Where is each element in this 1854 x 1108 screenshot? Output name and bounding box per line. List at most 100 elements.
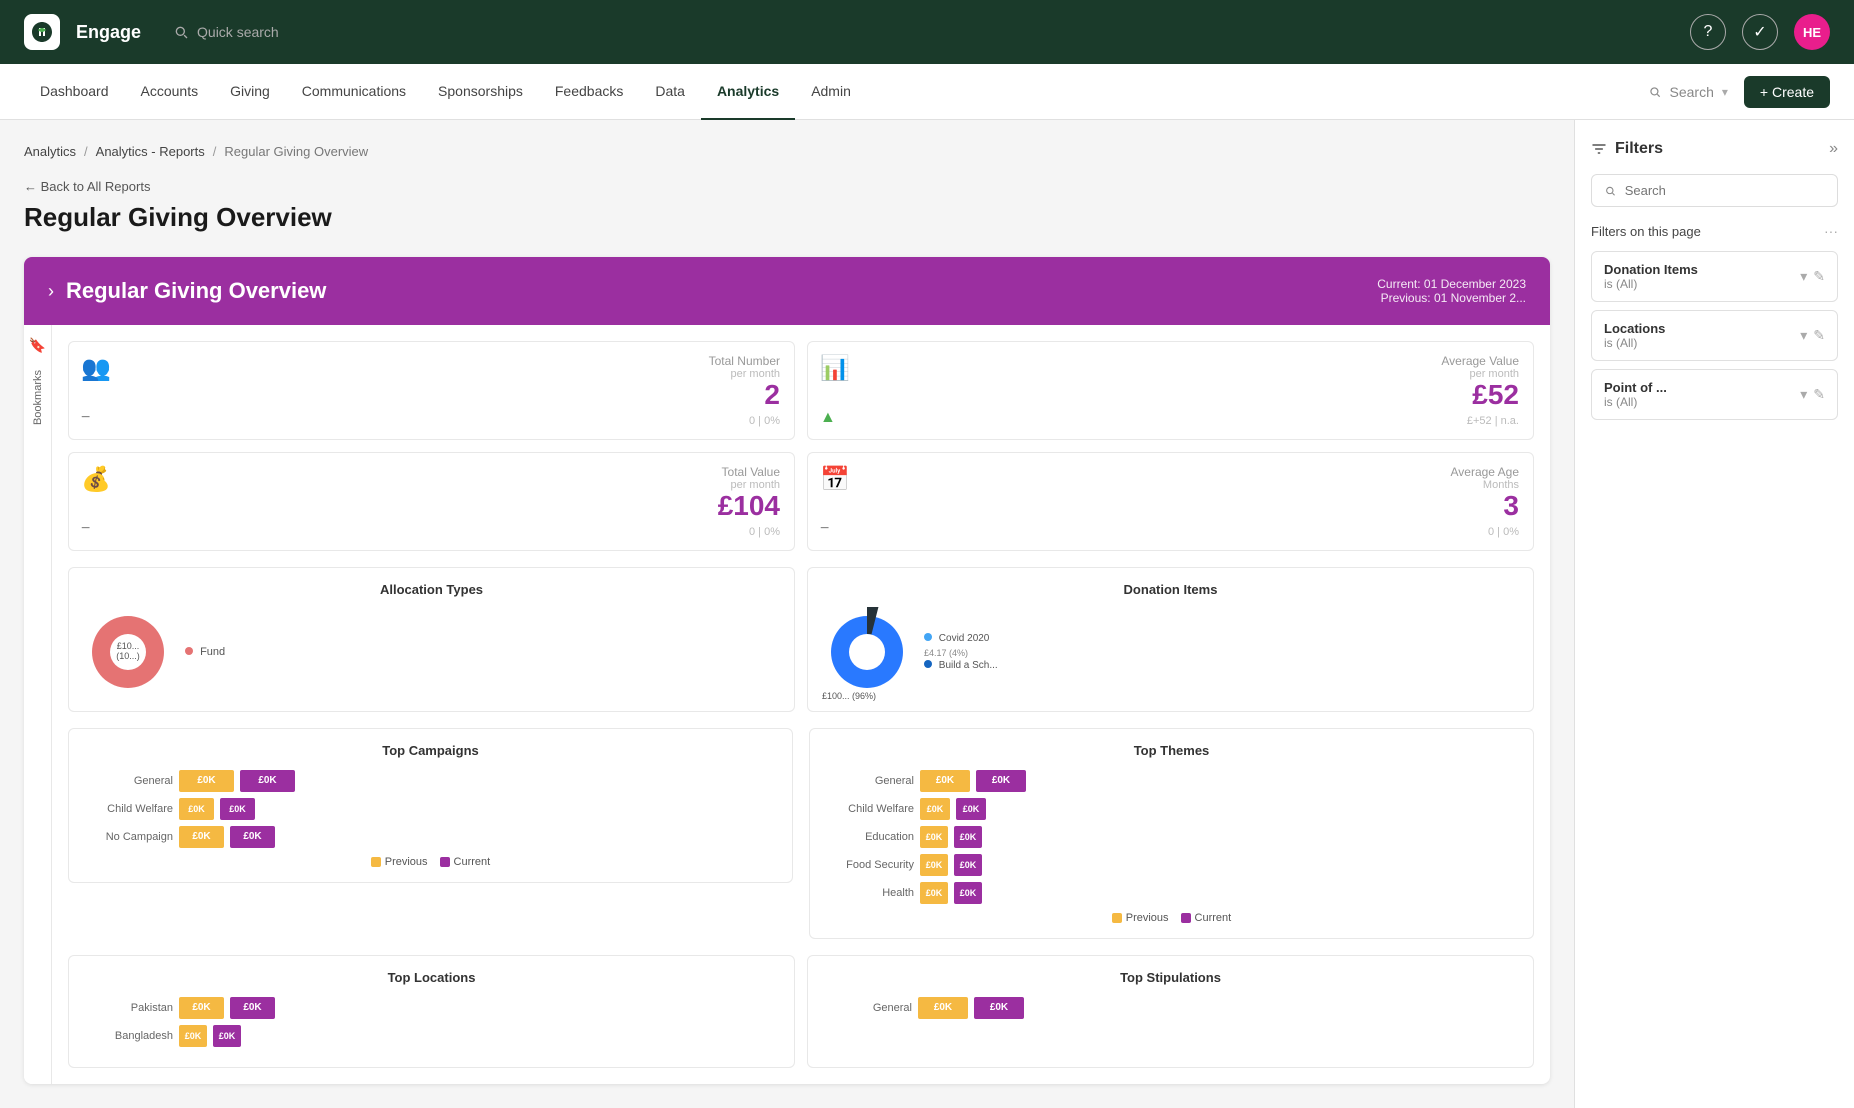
filters-title-text: Filters bbox=[1615, 140, 1663, 158]
allocation-types-card: Allocation Types £10...(10...) bbox=[68, 567, 795, 712]
top-themes-card: Top Themes General £0K £0K Child Welfare bbox=[801, 728, 1534, 939]
theme-prev-legend-text: Previous bbox=[1126, 912, 1169, 924]
top-locations-bars: Pakistan £0K £0K Bangladesh £0K £0K bbox=[83, 997, 780, 1047]
filter-locations-expand-icon[interactable]: ▾ bbox=[1800, 327, 1807, 344]
stipulation-bar-general: General £0K £0K bbox=[822, 997, 1519, 1019]
metric-total-number: 👥 Total Number per month 2 0 | 0% − bbox=[68, 341, 795, 440]
filter-point-edit-icon[interactable]: ✎ bbox=[1813, 386, 1825, 403]
donation-items-legend: Covid 2020 £4.17 (4%) Build a Sch... bbox=[924, 633, 998, 671]
donation-items-card: Donation Items bbox=[807, 567, 1534, 712]
metric-value-1: 2 bbox=[83, 380, 780, 411]
campaign-bar-nocampaign: No Campaign £0K £0K bbox=[83, 826, 778, 848]
left-panel: Analytics / Analytics - Reports / Regula… bbox=[0, 120, 1574, 1108]
theme-curr-legend-text: Current bbox=[1195, 912, 1232, 924]
metric-label-1: Total Number bbox=[83, 354, 780, 368]
notifications-icon[interactable]: ✓ bbox=[1742, 14, 1778, 50]
filter-icon bbox=[1591, 141, 1607, 157]
location-curr-bangladesh: £0K bbox=[213, 1025, 241, 1047]
filters-more-icon[interactable]: ··· bbox=[1824, 223, 1838, 239]
metric-icon-1: 👥 bbox=[81, 354, 111, 383]
nav-accounts[interactable]: Accounts bbox=[125, 64, 215, 120]
nav-analytics[interactable]: Analytics bbox=[701, 64, 795, 120]
filter-item-locations: Locations is (All) ▾ ✎ bbox=[1591, 310, 1838, 361]
top-themes-legend: Previous Current bbox=[824, 912, 1519, 924]
campaign-curr-childwelfare: £0K bbox=[220, 798, 255, 820]
campaign-prev-nocampaign: £0K bbox=[179, 826, 224, 848]
campaign-label-nocampaign: No Campaign bbox=[83, 831, 173, 843]
theme-label-foodsecurity: Food Security bbox=[824, 859, 914, 871]
filter-donation-edit-icon[interactable]: ✎ bbox=[1813, 268, 1825, 285]
change-up-icon-2: ▲ bbox=[820, 409, 836, 426]
nav-dashboard[interactable]: Dashboard bbox=[24, 64, 125, 120]
campaign-label-general: General bbox=[83, 775, 173, 787]
help-icon[interactable]: ? bbox=[1690, 14, 1726, 50]
stipulation-label-general: General bbox=[822, 1002, 912, 1014]
avatar[interactable]: HE bbox=[1794, 14, 1830, 50]
location-label-bangladesh: Bangladesh bbox=[83, 1030, 173, 1042]
nav-sponsorships[interactable]: Sponsorships bbox=[422, 64, 539, 120]
page-title: Regular Giving Overview bbox=[24, 202, 1550, 233]
theme-bar-education: Education £0K £0K bbox=[824, 826, 1519, 848]
metric-value-2: £52 bbox=[822, 380, 1519, 411]
filter-locations-name: Locations bbox=[1604, 321, 1665, 336]
theme-bar-general: General £0K £0K bbox=[824, 770, 1519, 792]
main-content: Analytics / Analytics - Reports / Regula… bbox=[0, 120, 1854, 1108]
donation-items-donut-container: £100... (96%) Covid 2020 £4.1 bbox=[822, 607, 1519, 697]
filter-point-expand-icon[interactable]: ▾ bbox=[1800, 386, 1807, 403]
filters-search[interactable] bbox=[1591, 174, 1838, 207]
filter-item-point-of: Point of ... is (All) ▾ ✎ bbox=[1591, 369, 1838, 420]
metric-footer-2: £+52 | n.a. bbox=[822, 415, 1519, 427]
curr-legend-text: Current bbox=[454, 856, 491, 868]
bookmark-icon[interactable]: 🔖 bbox=[29, 337, 46, 354]
top-themes-inner: Top Themes General £0K £0K Child Welfare bbox=[809, 728, 1534, 939]
topbar: Engage Quick search ? ✓ HE bbox=[0, 0, 1854, 64]
filters-collapse-icon[interactable]: » bbox=[1829, 140, 1838, 158]
donation-legend-label-covid: Covid 2020 bbox=[939, 633, 990, 644]
top-stipulations-card: Top Stipulations General £0K £0K bbox=[807, 955, 1534, 1068]
filter-donation-value: is (All) bbox=[1604, 277, 1698, 291]
nav-giving[interactable]: Giving bbox=[214, 64, 286, 120]
theme-prev-education: £0K bbox=[920, 826, 948, 848]
theme-legend-prev: Previous bbox=[1112, 912, 1169, 924]
small-charts-row: Allocation Types £10...(10...) bbox=[52, 567, 1550, 728]
donation-donut-svg bbox=[822, 607, 912, 697]
breadcrumb-analytics[interactable]: Analytics bbox=[24, 144, 76, 159]
nav-feedbacks[interactable]: Feedbacks bbox=[539, 64, 639, 120]
metric-footer-1: 0 | 0% bbox=[83, 415, 780, 427]
filter-donation-expand-icon[interactable]: ▾ bbox=[1800, 268, 1807, 285]
metric-total-value: 💰 Total Value per month £104 0 | 0% − bbox=[68, 452, 795, 551]
bookmarks-label: Bookmarks bbox=[32, 370, 44, 425]
back-link-text: ← Back to All Reports bbox=[24, 179, 150, 194]
top-stipulations-bars: General £0K £0K bbox=[822, 997, 1519, 1019]
metrics-row-1: 👥 Total Number per month 2 0 | 0% − bbox=[68, 341, 1534, 440]
breadcrumb: Analytics / Analytics - Reports / Regula… bbox=[24, 144, 1550, 159]
back-link[interactable]: ← Back to All Reports bbox=[24, 179, 1550, 194]
donation-legend-val-text: £4.17 (4%) bbox=[924, 648, 968, 658]
filter-point-name: Point of ... bbox=[1604, 380, 1667, 395]
prev-legend-color bbox=[371, 857, 381, 867]
campaign-label-childwelfare: Child Welfare bbox=[83, 803, 173, 815]
nav-communications[interactable]: Communications bbox=[286, 64, 422, 120]
breadcrumb-reports[interactable]: Analytics - Reports bbox=[96, 144, 205, 159]
location-prev-pakistan: £0K bbox=[179, 997, 224, 1019]
create-button[interactable]: + Create bbox=[1744, 76, 1830, 108]
nav-data[interactable]: Data bbox=[639, 64, 701, 120]
top-campaigns-title: Top Campaigns bbox=[83, 743, 778, 758]
logo[interactable] bbox=[24, 14, 60, 50]
theme-label-health: Health bbox=[824, 887, 914, 899]
report-toggle-icon[interactable]: › bbox=[48, 281, 54, 302]
metric-value-3: £104 bbox=[83, 491, 780, 522]
secondary-search[interactable]: Search ▾ bbox=[1648, 84, 1728, 100]
campaign-bar-general: General £0K £0K bbox=[83, 770, 778, 792]
filter-locations-edit-icon[interactable]: ✎ bbox=[1813, 327, 1825, 344]
donation-legend-label-build: Build a Sch... bbox=[939, 660, 998, 671]
filters-panel: Filters » Filters on this page ··· Donat… bbox=[1574, 120, 1854, 1108]
nav-admin[interactable]: Admin bbox=[795, 64, 867, 120]
campaign-curr-nocampaign: £0K bbox=[230, 826, 275, 848]
filters-search-input[interactable] bbox=[1625, 183, 1825, 198]
metric-footer-4: 0 | 0% bbox=[822, 526, 1519, 538]
global-search[interactable]: Quick search bbox=[173, 24, 279, 40]
filter-item-point-info: Point of ... is (All) bbox=[1604, 380, 1667, 409]
theme-curr-education: £0K bbox=[954, 826, 982, 848]
search-label: Search bbox=[1670, 84, 1714, 100]
